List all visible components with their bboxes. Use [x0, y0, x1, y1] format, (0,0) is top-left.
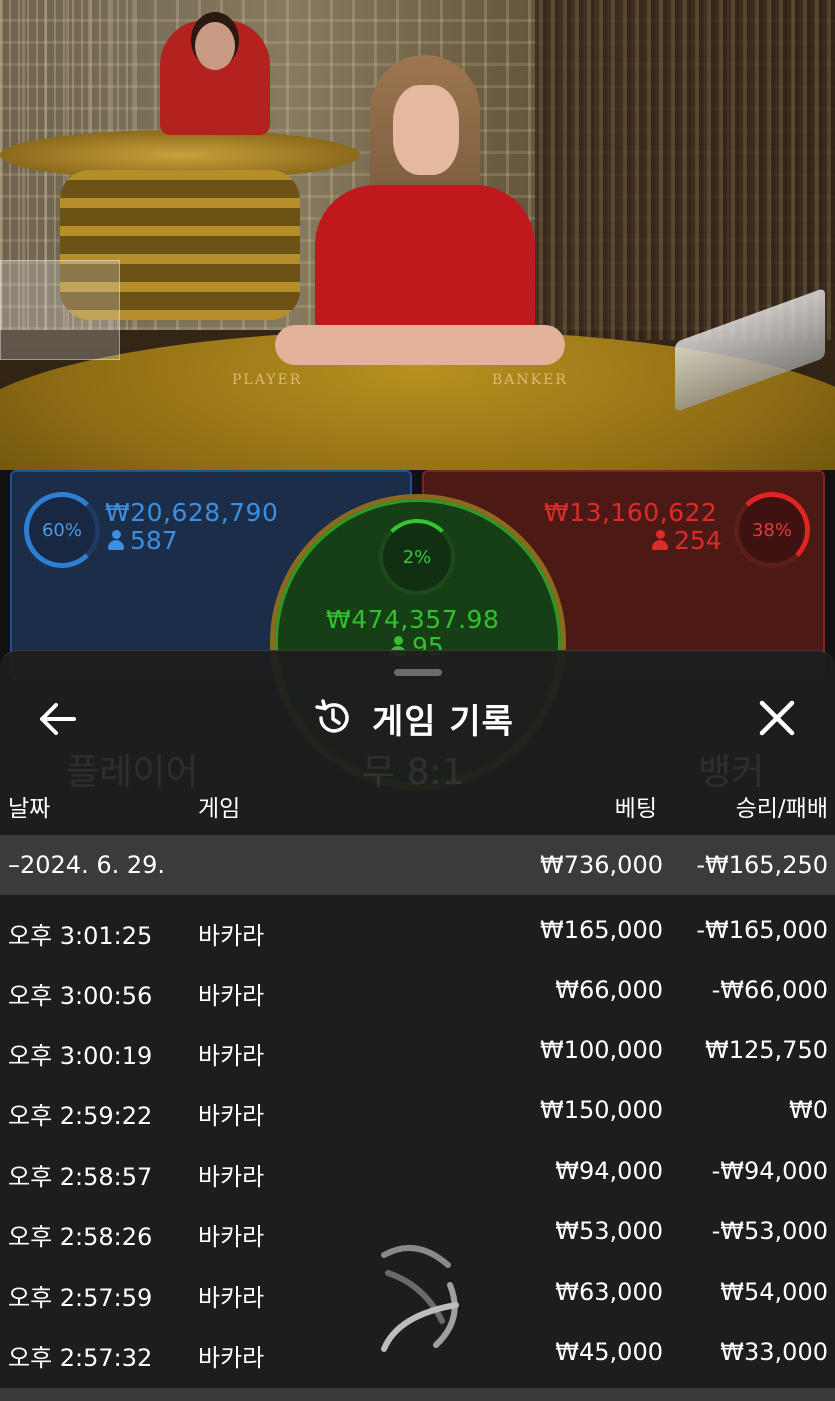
close-icon — [759, 700, 795, 736]
person-icon — [108, 530, 124, 550]
row-bet: ₩165,000 — [540, 916, 663, 944]
row-bet: ₩66,000 — [555, 976, 663, 1004]
player-percent: 60% — [41, 519, 82, 541]
banker-bet-amount: ₩13,160,622 — [544, 498, 718, 527]
player-percent-ring: 60% — [24, 492, 100, 568]
tie-percent: 2% — [402, 546, 432, 568]
history-row[interactable]: 오후 2:59:22 바카라 ₩150,000 ₩0 — [0, 1080, 835, 1140]
live-video-feed: PLAYER BANKER — [0, 0, 835, 470]
row-bet: ₩150,000 — [540, 1096, 663, 1124]
row-bet: ₩94,000 — [555, 1157, 663, 1185]
column-header-bet: 베팅 — [614, 796, 657, 822]
column-header-result: 승리/패배 — [735, 796, 828, 822]
row-game: 바카라 — [198, 1223, 265, 1251]
column-header-date: 날짜 — [8, 796, 51, 822]
back-button[interactable] — [36, 699, 82, 739]
row-time: 오후 2:57:32 — [8, 1344, 153, 1372]
row-result: -₩165,000 — [696, 916, 828, 944]
game-history-sheet: 플레이어 무 8:1 뱅커 게임 기록 날짜 게임 베팅 승리/패배 –2024… — [0, 650, 835, 1401]
table-label-banker: BANKER — [492, 372, 568, 388]
table-label-player: PLAYER — [232, 372, 303, 388]
close-button[interactable] — [754, 697, 800, 741]
row-time: 오후 2:57:59 — [8, 1284, 153, 1312]
row-time: 오후 2:58:26 — [8, 1223, 153, 1251]
arrow-left-icon — [40, 703, 76, 735]
background-player-label: 플레이어 — [66, 752, 199, 793]
row-game: 바카라 — [198, 982, 265, 1010]
history-row[interactable]: 오후 3:00:56 바카라 ₩66,000 -₩66,000 — [0, 960, 835, 1020]
row-game: 바카라 — [198, 1284, 265, 1312]
row-time: 오후 3:00:56 — [8, 982, 153, 1010]
banker-percent: 38% — [751, 519, 792, 541]
row-time: 오후 3:01:25 — [8, 922, 153, 950]
row-game: 바카라 — [198, 1163, 265, 1191]
loading-spinner-icon — [381, 1245, 459, 1352]
sheet-header: 게임 기록 — [312, 695, 514, 742]
row-result: -₩53,000 — [711, 1217, 828, 1245]
player-bettor-count: 587 — [108, 526, 178, 555]
dealer — [275, 55, 565, 375]
row-result: ₩54,000 — [720, 1278, 828, 1306]
row-game: 바카라 — [198, 1344, 265, 1372]
row-result: -₩66,000 — [711, 976, 828, 1004]
banker-count-value: 254 — [674, 526, 722, 555]
banker-bettor-count: 254 — [652, 526, 722, 555]
tie-percent-ring: 2% — [379, 519, 455, 595]
curtain — [535, 0, 835, 340]
date-group-row[interactable]: –2024. 6. 29. ₩736,000 -₩165,250 — [0, 835, 835, 895]
row-result: ₩0 — [789, 1096, 828, 1124]
banker-percent-ring: 38% — [734, 492, 810, 568]
sheet-bottom-bar — [0, 1388, 835, 1401]
row-game: 바카라 — [198, 1102, 265, 1130]
tie-bet-amount: ₩474,357.98 — [326, 605, 500, 634]
history-row[interactable]: 오후 3:01:25 바카라 ₩165,000 -₩165,000 — [0, 900, 835, 960]
row-time: 오후 2:58:57 — [8, 1163, 153, 1191]
row-time: 오후 2:59:22 — [8, 1102, 153, 1130]
row-result: ₩125,750 — [705, 1036, 828, 1064]
card-discard-box — [0, 260, 120, 360]
background-banker-label: 뱅커 — [698, 752, 765, 793]
row-game: 바카라 — [198, 922, 265, 950]
row-bet: ₩63,000 — [555, 1278, 663, 1306]
group-bet-total: ₩736,000 — [540, 851, 663, 879]
row-result: ₩33,000 — [720, 1338, 828, 1366]
row-bet: ₩53,000 — [555, 1217, 663, 1245]
group-date: –2024. 6. 29. — [8, 851, 166, 879]
player-count-value: 587 — [130, 526, 178, 555]
row-result: -₩94,000 — [711, 1157, 828, 1185]
row-game: 바카라 — [198, 1042, 265, 1070]
person-icon — [652, 530, 668, 550]
sheet-title: 게임 기록 — [372, 701, 514, 742]
background-tie-label: 무 8:1 — [362, 752, 465, 793]
background-dealer — [160, 20, 270, 135]
history-icon — [315, 699, 349, 733]
history-row[interactable]: 오후 2:58:57 바카라 ₩94,000 -₩94,000 — [0, 1141, 835, 1201]
row-time: 오후 3:00:19 — [8, 1042, 153, 1070]
row-bet: ₩100,000 — [540, 1036, 663, 1064]
row-bet: ₩45,000 — [555, 1338, 663, 1366]
history-row[interactable]: 오후 3:00:19 바카라 ₩100,000 ₩125,750 — [0, 1020, 835, 1080]
player-bet-amount: ₩20,628,790 — [105, 498, 279, 527]
column-header-game: 게임 — [198, 796, 241, 822]
group-result-total: -₩165,250 — [696, 851, 828, 879]
sheet-drag-handle[interactable] — [394, 669, 442, 676]
